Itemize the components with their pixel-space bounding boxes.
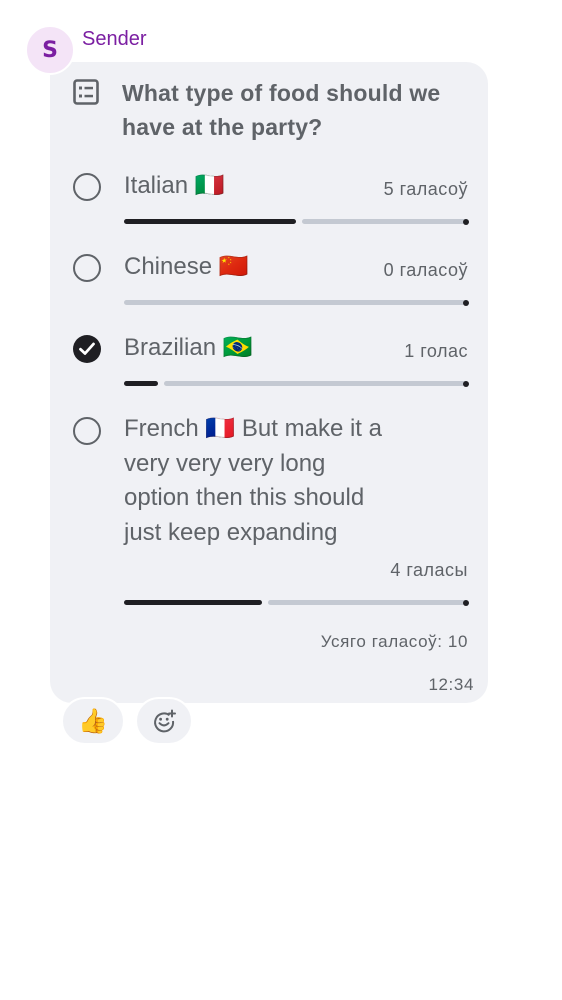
progress-bar-end-dot <box>463 299 469 306</box>
poll-option-vote-count: 4 галасы <box>390 560 468 580</box>
poll-icon <box>73 79 99 105</box>
progress-bar-fill <box>124 600 262 605</box>
poll-total-votes: Усяго галасоў: 10 <box>320 632 468 651</box>
sender-avatar[interactable]: S <box>25 25 75 75</box>
poll-option-progress-bar <box>124 218 469 225</box>
progress-bar-track <box>124 300 468 305</box>
progress-bar-track <box>164 381 468 386</box>
progress-bar-end-dot <box>463 380 469 387</box>
message-timestamp: 12:34 <box>428 675 474 694</box>
checkmark-icon <box>79 342 95 355</box>
poll-option-progress-bar <box>124 380 469 387</box>
poll-option-vote-count: 1 голас <box>404 341 468 361</box>
poll-option-label: Italian 🇮🇹 <box>124 172 225 199</box>
reaction-thumbs-up[interactable]: 👍 <box>61 697 125 745</box>
progress-bar-fill <box>124 381 158 386</box>
progress-bar-fill <box>124 219 296 224</box>
thumbs-up-emoji: 👍 <box>78 707 108 735</box>
poll-option-vote-count: 5 галасоў <box>383 179 468 199</box>
radio-button-unchecked-icon[interactable] <box>73 254 101 282</box>
progress-bar-end-dot <box>463 218 469 225</box>
add-reaction-button[interactable] <box>135 697 193 745</box>
sender-name[interactable]: Sender <box>82 28 147 51</box>
poll-option-label: Brazilian 🇧🇷 <box>124 334 253 361</box>
progress-bar-end-dot <box>463 599 469 606</box>
poll-question: What type of food should we have at the … <box>122 80 441 140</box>
poll-option-progress-bar <box>124 599 469 606</box>
checked-circle-icon[interactable] <box>73 335 101 363</box>
radio-button-unchecked-icon[interactable] <box>73 173 101 201</box>
poll-option-label: Chinese 🇨🇳 <box>124 253 249 280</box>
radio-button-unchecked-icon[interactable] <box>73 417 101 445</box>
add-reaction-icon <box>154 709 176 733</box>
poll-option-vote-count: 0 галасоў <box>383 260 468 280</box>
poll-option-label: French 🇫🇷 But make it a very very very l… <box>124 415 382 546</box>
poll-option-progress-bar <box>124 299 469 306</box>
progress-bar-track <box>302 219 468 224</box>
progress-bar-track <box>268 600 468 605</box>
